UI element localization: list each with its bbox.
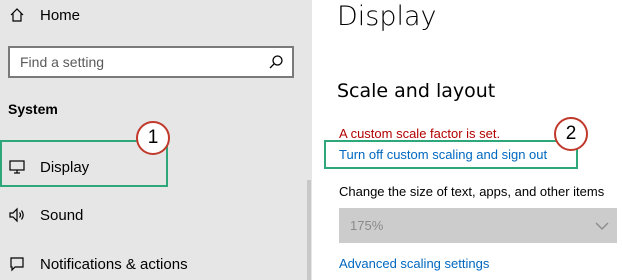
step-badge-1-number: 1 (147, 127, 159, 148)
step-badge-2: 2 (554, 117, 588, 151)
page-title: Display (337, 1, 437, 32)
search-placeholder: Find a setting (20, 54, 105, 70)
sidebar-item-label: Notifications & actions (40, 255, 188, 273)
section-label-system: System (8, 101, 58, 117)
advanced-scaling-link[interactable]: Advanced scaling settings (339, 256, 489, 271)
step-badge-2-number: 2 (565, 123, 577, 144)
chevron-down-icon (587, 222, 617, 230)
sidebar-item-label: Sound (40, 206, 84, 224)
nav-home-label: Home (40, 6, 81, 24)
sidebar-item-sound[interactable]: Sound (8, 206, 83, 224)
search-icon[interactable] (260, 48, 292, 76)
highlight-box-link (324, 140, 578, 169)
section-title-scale-layout: Scale and layout (337, 80, 496, 102)
scale-dropdown-value: 175% (350, 218, 384, 233)
nav-home[interactable]: Home (8, 6, 80, 24)
search-input[interactable]: Find a setting (8, 46, 294, 78)
step-badge-1: 1 (136, 121, 170, 155)
scale-size-label: Change the size of text, apps, and other… (339, 184, 605, 199)
custom-scale-warning: A custom scale factor is set. (339, 126, 501, 141)
home-icon (8, 6, 26, 24)
scale-dropdown[interactable]: 175% (339, 208, 617, 243)
notification-icon (8, 255, 26, 273)
sidebar-item-notifications[interactable]: Notifications & actions (8, 255, 188, 273)
speaker-icon (8, 206, 26, 224)
sidebar-scrollbar[interactable] (307, 180, 311, 280)
